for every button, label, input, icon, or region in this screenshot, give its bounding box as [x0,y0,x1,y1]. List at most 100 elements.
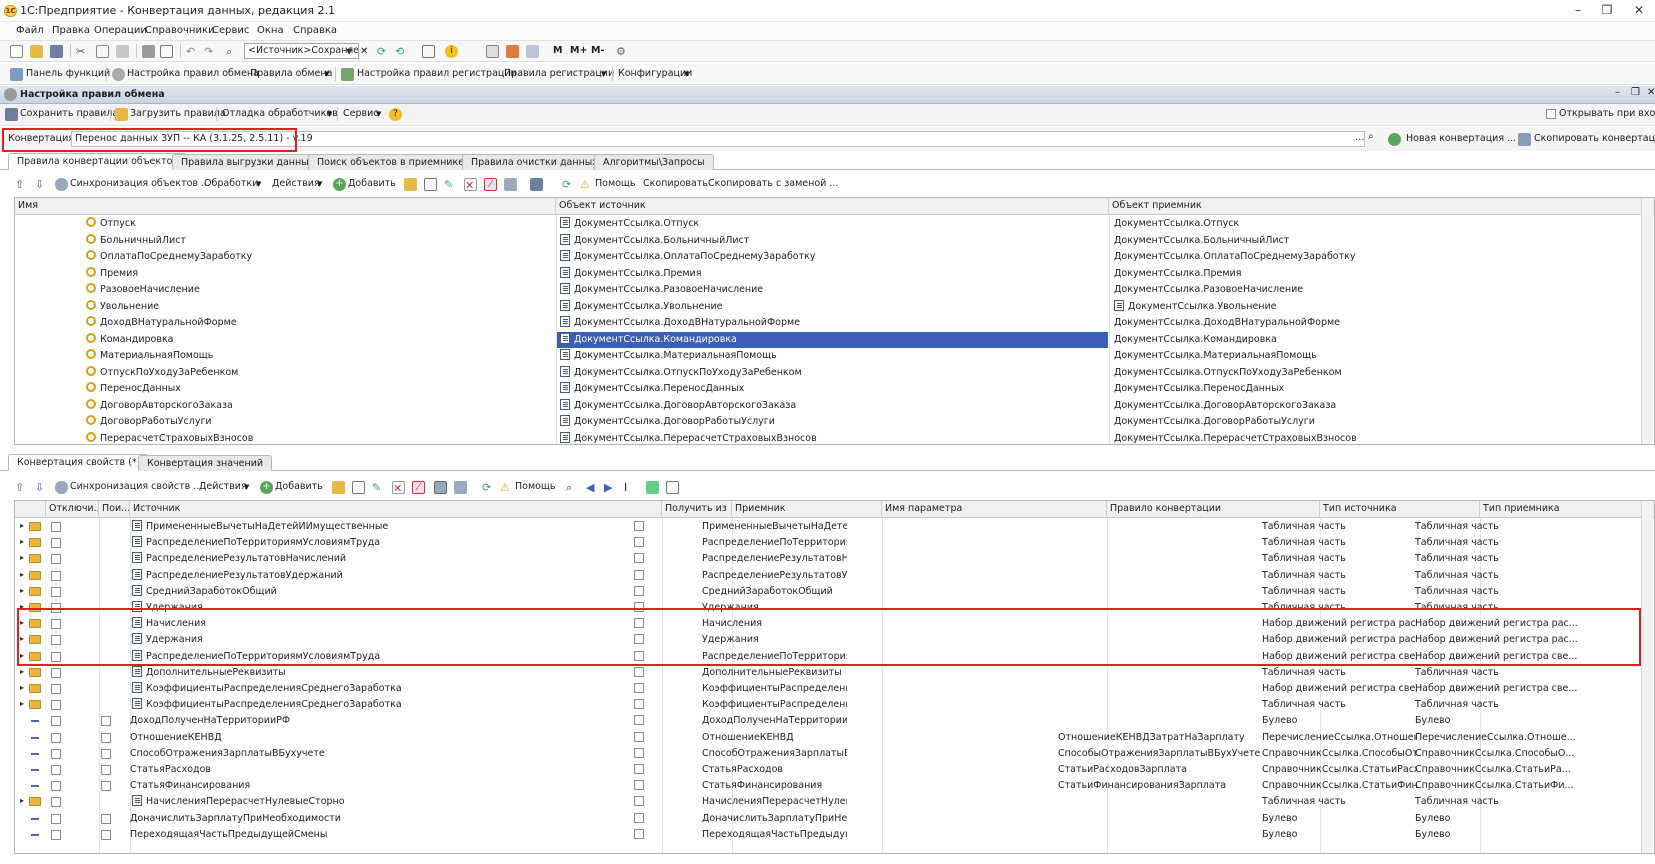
preview-icon[interactable] [160,45,173,58]
edit-icon[interactable]: ✎ [444,178,457,191]
copy-conversion-button[interactable]: Скопировать конвертацию [1534,133,1655,144]
table-row[interactable]: ▸ КоэффициентыРаспределенияСреднегоЗарабо… [15,697,1641,713]
table-row[interactable]: ПереходящаяЧастьПредыдущейСмены Переходящ… [15,827,1641,843]
actions-menu[interactable]: Действия [272,178,320,189]
source-combo[interactable]: <Источник>Сохраняем [244,43,359,59]
expand-icon[interactable]: ▸ [20,634,24,643]
table-row[interactable]: СтатьяРасходов СтатьяРасходов СтатьиРасход… [15,762,1641,778]
object-rule-name[interactable]: Премия [83,266,553,282]
disabled-checkbox[interactable] [51,667,61,678]
tab-algorithms[interactable]: Алгоритмы\Запросы [594,154,714,170]
new-document-icon[interactable] [10,45,23,58]
table-row[interactable]: ▸ Начисления Начисления Набор движений реги… [15,616,1641,632]
redo-icon[interactable]: ↷ [204,45,217,58]
new-conversion-button[interactable]: Новая конвертация ... [1406,133,1516,144]
menu-file[interactable]: Файл [16,25,44,36]
table-row[interactable]: ▸ РаспределениеПоТерриториямУсловиямТруда… [15,535,1641,551]
undo-icon[interactable]: ↶ [186,45,199,58]
object-rule-name[interactable]: Командировка [83,332,553,348]
chevron-down-icon[interactable]: ▼ [346,46,359,59]
memory-button[interactable]: M [553,45,562,56]
close-icon[interactable]: ✕ [1626,2,1652,18]
prop-delete-icon[interactable]: ✕ [392,481,405,495]
sync-objects-button[interactable]: Синхронизация объектов ... [70,178,210,189]
prop-edit-icon[interactable]: ✎ [372,481,385,494]
group-icon[interactable] [646,481,659,494]
prop-mark-delete-icon[interactable]: ⁄ [412,481,425,494]
table-row[interactable]: ▸ РаспределениеРезультатовУдержаний Распре… [15,568,1641,584]
expand-icon[interactable]: ▸ [20,586,24,595]
expand-icon[interactable]: ▸ [20,796,24,805]
column-header-target[interactable]: Объект приемник [1109,198,1654,215]
window-list-icon[interactable] [666,481,679,494]
object-rule-name[interactable]: РазовоеНачисление [83,282,553,298]
search-icon[interactable]: ⌕ [226,45,239,58]
object-rule-name[interactable]: ПерерасчетСтраховыхВзносов [83,431,553,445]
functions-panel-button[interactable]: Панель функций [26,68,110,79]
menu-help[interactable]: Справка [293,25,337,36]
search-prev-icon[interactable]: ⟲ [395,45,408,58]
object-source-cell[interactable]: ДокументСсылка.Отпуск [557,216,1108,232]
restore-icon[interactable]: ❐ [1594,2,1620,18]
tab-object-search[interactable]: Поиск объектов в приемнике [308,154,474,170]
object-target-cell[interactable]: ДокументСсылка.ДоговорРаботыУслуги [1111,414,1639,430]
info-icon[interactable]: i [445,45,458,58]
move-down-icon[interactable]: ⇩ [35,178,48,191]
object-source-cell[interactable]: ДокументСсылка.ПерерасчетСтраховыхВзносо… [557,431,1108,445]
object-source-cell[interactable]: ДокументСсылка.ОплатаПоСреднемуЗаработку [557,249,1108,265]
mark-delete-icon[interactable]: ⁄ [484,178,497,191]
calculator-icon[interactable] [486,45,499,58]
property-table-scrollbar[interactable] [1641,501,1653,853]
menu-windows[interactable]: Окна [257,25,284,36]
panel-minimize-icon[interactable]: – [1615,87,1620,98]
expand-icon[interactable]: ▸ [20,651,24,660]
help-icon[interactable]: ? [389,108,402,121]
copy-replace-button[interactable]: Скопировать с заменой ... [708,178,838,189]
prop-properties-icon[interactable] [434,481,447,494]
object-source-cell[interactable]: ДокументСсылка.ПереносДанных [557,381,1108,397]
object-target-cell[interactable]: ДокументСсылка.МатериальнаяПомощь [1111,348,1639,364]
object-target-cell[interactable]: ДокументСсылка.Командировка [1111,332,1639,348]
disabled-checkbox[interactable] [51,554,61,565]
disabled-checkbox[interactable] [51,781,61,792]
column-header-search[interactable]: Пои... [99,501,130,518]
object-target-cell[interactable]: ДокументСсылка.Отпуск [1111,216,1639,232]
help-button[interactable]: Помощь [595,178,635,189]
users-icon[interactable] [526,45,539,58]
search-checkbox[interactable] [101,748,111,759]
object-target-cell[interactable]: ДокументСсылка.РазовоеНачисление [1111,282,1639,298]
object-source-cell[interactable]: ДокументСсылка.БольничныйЛист [557,233,1108,249]
search-checkbox[interactable] [101,781,111,792]
column-header-disabled[interactable]: Отключи... [46,501,99,518]
menu-service[interactable]: Сервис [212,25,249,36]
configurations-menu[interactable]: Конфигурации [618,68,692,79]
panel-restore-icon[interactable]: ❐ [1631,87,1640,98]
object-source-cell[interactable]: ДокументСсылка.РазовоеНачисление [557,282,1108,298]
search-checkbox[interactable] [101,716,111,727]
prop-move-down-icon[interactable]: ⇩ [35,481,48,494]
search-checkbox[interactable] [101,732,111,743]
paste-icon[interactable] [116,45,129,58]
tab-export-rules[interactable]: Правила выгрузки данных [172,154,324,170]
disabled-checkbox[interactable] [51,813,61,824]
object-source-cell[interactable]: ДокументСсылка.Командировка [557,331,1108,348]
column-header-source-type[interactable]: Тип источника [1320,501,1480,518]
menu-catalogs[interactable]: Справочники [145,25,215,36]
object-rule-name[interactable]: ОплатаПоСреднемуЗаработку [83,249,553,265]
save-rules-button[interactable]: Сохранить правила [20,108,118,119]
search-checkbox[interactable] [101,765,111,775]
memory-minus-button[interactable]: M- [591,45,604,56]
object-target-cell[interactable]: ДокументСсылка.ОтпускПоУходуЗаРебенком [1111,365,1639,381]
disabled-checkbox[interactable] [51,586,61,597]
window-icon[interactable] [422,45,435,58]
object-rule-name[interactable]: МатериальнаяПомощь [83,348,553,364]
object-target-cell[interactable]: ДокументСсылка.ДоговорАвторскогоЗаказа [1111,398,1639,414]
exchange-rules-menu[interactable]: Правила обмена [250,68,332,79]
expand-icon[interactable]: ▸ [20,521,24,530]
expand-icon[interactable]: ▸ [20,667,24,676]
column-header-source[interactable]: Источник [130,501,662,518]
search-checkbox[interactable] [101,829,111,840]
disabled-checkbox[interactable] [51,635,61,646]
search-next-icon[interactable]: ⟳ [377,45,390,58]
column-header-conversion-rule[interactable]: Правило конвертации [1107,501,1320,518]
